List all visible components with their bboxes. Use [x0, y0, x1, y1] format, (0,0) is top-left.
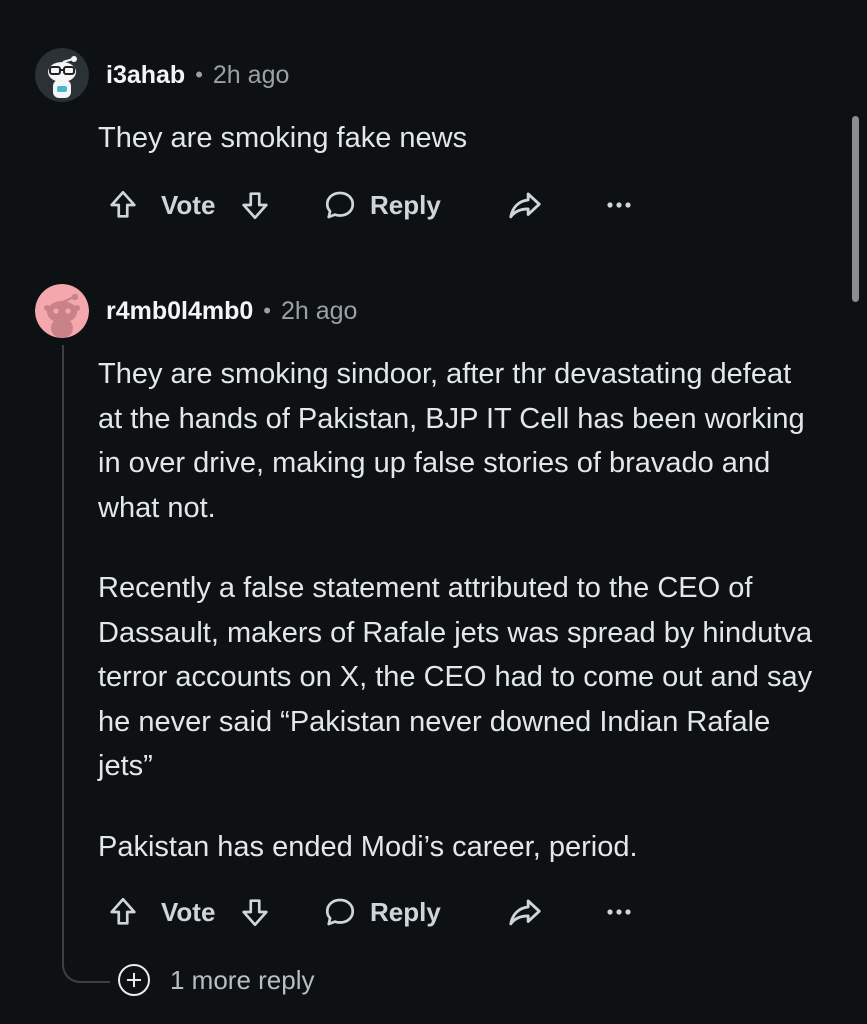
downvote-button[interactable]: [238, 888, 272, 936]
share-button[interactable]: [506, 888, 544, 936]
vote-label: Vote: [161, 896, 216, 927]
comment-body: They are smoking fake news: [98, 116, 818, 161]
downvote-icon: [242, 899, 268, 927]
upvote-button[interactable]: [106, 181, 140, 229]
more-options-icon: [607, 909, 631, 915]
avatar[interactable]: [35, 48, 89, 102]
reply-button[interactable]: Reply: [322, 888, 441, 936]
plus-circle-icon: [118, 964, 150, 996]
comment-bubble-icon: [325, 898, 355, 926]
comment-actions: Vote Reply: [104, 888, 644, 936]
username[interactable]: i3ahab: [106, 61, 185, 90]
comment-header: i3ahab • 2h ago: [106, 55, 289, 95]
upvote-button[interactable]: [106, 888, 140, 936]
comment-header: r4mb0l4mb0 • 2h ago: [106, 291, 357, 331]
reply-label: Reply: [370, 896, 441, 927]
timestamp: 2h ago: [212, 60, 290, 89]
downvote-button[interactable]: [238, 181, 272, 229]
reply-label: Reply: [370, 189, 441, 220]
comment-paragraph: Pakistan has ended Modi’s career, period…: [98, 830, 638, 863]
share-icon: [509, 899, 541, 926]
more-options-button[interactable]: [606, 888, 632, 936]
share-button[interactable]: [506, 181, 544, 229]
username[interactable]: r4mb0l4mb0: [106, 297, 253, 326]
comment-paragraph: Recently a false statement attributed to…: [98, 572, 813, 782]
more-replies-label: 1 more reply: [170, 964, 315, 995]
separator-dot: •: [263, 298, 271, 323]
upvote-icon: [110, 190, 136, 218]
comment-paragraph: They are smoking fake news: [98, 122, 468, 154]
more-replies-button[interactable]: 1 more reply: [116, 962, 315, 998]
more-options-button[interactable]: [606, 181, 632, 229]
vote-label: Vote: [161, 189, 216, 220]
downvote-icon: [242, 192, 268, 220]
upvote-icon: [110, 897, 136, 925]
comment-body: They are smoking sindoor, after thr deva…: [98, 352, 818, 869]
comment-actions: Vote Reply: [104, 181, 644, 229]
reply-button[interactable]: Reply: [322, 181, 441, 229]
comment-bubble-icon: [325, 191, 355, 219]
share-icon: [509, 192, 541, 219]
scrollbar[interactable]: [852, 116, 859, 302]
comment-paragraph: They are smoking sindoor, after thr deva…: [98, 358, 805, 524]
avatar[interactable]: [35, 284, 89, 338]
timestamp: 2h ago: [281, 296, 358, 325]
thread-line: [62, 345, 64, 953]
thread-elbow: [62, 945, 110, 983]
more-options-icon: [607, 202, 631, 208]
separator-dot: •: [195, 62, 203, 87]
